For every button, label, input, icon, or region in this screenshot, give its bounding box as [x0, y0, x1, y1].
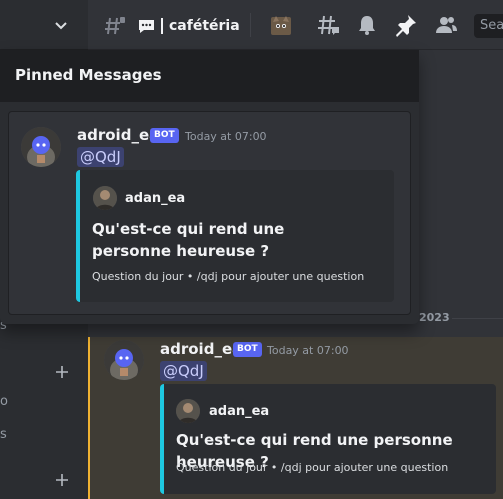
popout-header: Pinned Messages — [0, 50, 419, 102]
channel-name: cafétéria — [169, 18, 240, 34]
embed-author[interactable]: adan_ea — [125, 191, 185, 206]
popout-title: Pinned Messages — [15, 66, 162, 84]
bot-badge: BOT — [150, 128, 179, 143]
bot-avatar-icon — [21, 127, 61, 167]
bot-badge: BOT — [233, 342, 262, 357]
plus-icon[interactable] — [54, 364, 70, 380]
threads-hash-icon — [105, 17, 125, 35]
message-timestamp: Today at 07:00 — [185, 130, 267, 143]
message-timestamp: Today at 07:00 — [267, 344, 349, 357]
search-input[interactable]: Sea — [474, 14, 503, 38]
bell-icon[interactable] — [355, 13, 379, 37]
threads-icon[interactable] — [316, 13, 340, 37]
pin-icon[interactable] — [394, 13, 418, 37]
role-mention[interactable]: @QdJ — [160, 361, 207, 381]
embed-title: Qu'est-ce qui rend une personne heureuse… — [92, 220, 285, 260]
avatar[interactable] — [104, 340, 144, 380]
header-divider — [250, 13, 251, 37]
channel-header: cafétéria Sea — [88, 0, 503, 50]
embed-author[interactable]: adan_ea — [209, 404, 269, 419]
server-header[interactable] — [0, 0, 88, 50]
pinned-message[interactable]: adroid_ea BOT Today at 07:00 @QdJ adan_e… — [8, 111, 411, 315]
bot-avatar-icon — [104, 340, 144, 380]
user-avatar-icon — [176, 399, 200, 423]
channel-name-fragment[interactable]: s — [0, 427, 7, 442]
channel-name-fragment[interactable]: o — [0, 394, 8, 409]
name-separator — [161, 18, 163, 34]
avatar[interactable] — [21, 127, 61, 167]
plus-icon[interactable] — [54, 472, 70, 488]
embed-footer: Question du jour • /qdj pour ajouter une… — [176, 461, 449, 474]
channel-title: cafétéria — [138, 16, 240, 36]
discord-window: s o s cafétéria Sea 2023 adroid_ea BOT T… — [0, 0, 503, 499]
role-mention[interactable]: @QdJ — [77, 147, 124, 167]
embed-author-avatar — [93, 186, 117, 210]
pinned-messages-popout: Pinned Messages adroid_ea BOT Today at 0… — [0, 50, 419, 324]
chevron-down-icon[interactable] — [55, 22, 67, 30]
date-divider-line — [452, 318, 503, 319]
speech-bubble-icon — [139, 19, 154, 33]
message-item[interactable]: adroid_ea BOT Today at 07:00 @QdJ adan_e… — [88, 337, 503, 499]
member-list-icon[interactable] — [434, 13, 458, 37]
date-divider-label: 2023 — [419, 311, 450, 324]
user-avatar-icon — [93, 186, 117, 210]
message-author[interactable]: adroid_ea — [77, 126, 159, 144]
cat-avatar-icon[interactable] — [269, 13, 293, 37]
embed-footer: Question du jour • /qdj pour ajouter une… — [92, 270, 365, 283]
message-embed: adan_ea Qu'est-ce qui rend une personne … — [160, 384, 496, 494]
message-author[interactable]: adroid_ea — [160, 340, 242, 358]
embed-author-avatar — [176, 399, 200, 423]
message-embed: adan_ea Qu'est-ce qui rend une personne … — [76, 170, 394, 302]
